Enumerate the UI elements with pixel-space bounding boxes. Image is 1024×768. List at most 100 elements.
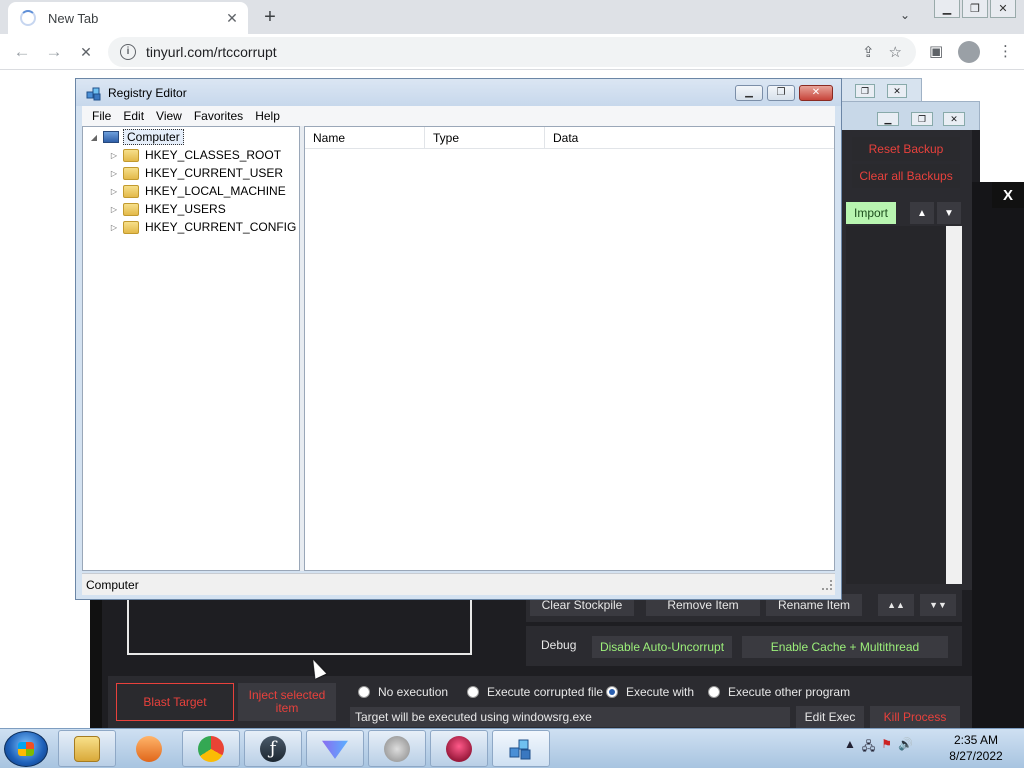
flash-icon: ƒ: [260, 735, 286, 762]
expand-arrow-icon[interactable]: ▷: [109, 223, 119, 232]
tab-search-chevron-icon[interactable]: ⌄: [895, 8, 915, 26]
menu-favorites[interactable]: Favorites: [188, 109, 249, 123]
radio-execute-with[interactable]: Execute with: [606, 685, 694, 699]
taskbar-explorer[interactable]: [58, 730, 116, 767]
expand-arrow-icon[interactable]: ▷: [109, 151, 119, 160]
maximize-button[interactable]: ❐: [767, 84, 795, 101]
taskbar-flash[interactable]: ƒ: [244, 730, 302, 767]
restore-button[interactable]: ❐: [911, 112, 933, 126]
menu-kebab-icon[interactable]: ⋮: [998, 42, 1013, 60]
expand-arrow-icon[interactable]: ▷: [109, 169, 119, 178]
browser-tab[interactable]: New Tab ✕: [8, 2, 248, 34]
stop-loading-button[interactable]: ✕: [74, 40, 98, 64]
tree-node-computer[interactable]: ◢ Computer: [89, 128, 184, 146]
back-button[interactable]: ←: [10, 40, 34, 64]
menu-help[interactable]: Help: [249, 109, 286, 123]
folder-icon: [123, 148, 139, 162]
radio-dot[interactable]: [467, 686, 479, 698]
clear-all-backups-button[interactable]: Clear all Backups: [852, 164, 960, 188]
side-panel-icon[interactable]: ▣: [929, 42, 943, 60]
tree-node-hku[interactable]: ▷ HKEY_USERS: [109, 200, 226, 218]
registry-editor-titlebar[interactable]: Registry Editor ▁ ❐ ✕: [76, 79, 841, 106]
profile-avatar[interactable]: [958, 41, 980, 63]
values-list[interactable]: Name Type Data: [304, 126, 835, 571]
tab-close-icon[interactable]: ✕: [222, 8, 242, 28]
radio-execute-corrupted[interactable]: Execute corrupted file: [467, 685, 603, 699]
taskbar-rtc[interactable]: [306, 730, 364, 767]
share-icon[interactable]: ⇪: [862, 43, 875, 61]
enable-cache-multithread-button[interactable]: Enable Cache + Multithread: [742, 636, 948, 658]
action-center-flag-icon[interactable]: ⚑: [881, 737, 892, 758]
minimize-button[interactable]: ▁: [877, 112, 899, 126]
menu-file[interactable]: File: [86, 109, 117, 123]
radio-dot[interactable]: [708, 686, 720, 698]
taskbar-clock[interactable]: 2:35 AM 8/27/2022: [938, 732, 1014, 764]
window-title: Registry Editor: [108, 85, 187, 100]
show-hidden-icons-icon[interactable]: ▲: [844, 737, 856, 758]
start-button[interactable]: [4, 731, 48, 767]
collapse-arrow-icon[interactable]: ◢: [89, 133, 99, 142]
blast-target-button[interactable]: Blast Target: [116, 683, 234, 721]
radio-no-execution[interactable]: No execution: [358, 685, 448, 699]
taskbar-chrome[interactable]: [182, 730, 240, 767]
menu-edit[interactable]: Edit: [117, 109, 150, 123]
move-up-arrow-icon[interactable]: ▲: [910, 202, 934, 224]
site-info-icon[interactable]: i: [120, 44, 136, 60]
new-tab-button[interactable]: +: [258, 5, 282, 29]
column-header-data[interactable]: Data: [545, 127, 665, 149]
address-bar[interactable]: i tinyurl.com/rtccorrupt ⇪ ☆: [108, 37, 916, 67]
close-button[interactable]: ✕: [799, 84, 833, 101]
radio-label: No execution: [378, 685, 449, 699]
tree-node-hklm[interactable]: ▷ HKEY_LOCAL_MACHINE: [109, 182, 286, 200]
column-header-name[interactable]: Name: [305, 127, 425, 149]
restore-button[interactable]: ❐: [962, 0, 988, 18]
radio-dot[interactable]: [358, 686, 370, 698]
volume-icon[interactable]: 🔊: [898, 737, 913, 758]
move-down-arrow-icon[interactable]: ▼: [937, 202, 961, 224]
tree-label: HKEY_CLASSES_ROOT: [145, 148, 282, 162]
expand-arrow-icon[interactable]: ▷: [109, 205, 119, 214]
kill-process-button[interactable]: Kill Process: [870, 706, 960, 728]
taskbar-regedit[interactable]: [492, 730, 550, 767]
tree-node-hkcc[interactable]: ▷ HKEY_CURRENT_CONFIG: [109, 218, 296, 236]
radio-dot-selected[interactable]: [606, 686, 618, 698]
import-button[interactable]: Import: [846, 202, 896, 224]
resize-grip-icon[interactable]: [822, 580, 832, 590]
minimize-button[interactable]: ▁: [934, 0, 960, 18]
move-down-button[interactable]: ▼▼: [920, 594, 956, 616]
tree-label: HKEY_USERS: [145, 202, 226, 216]
close-x-button[interactable]: X: [992, 182, 1024, 208]
taskbar-media-player[interactable]: [120, 730, 178, 767]
restore-button[interactable]: ❐: [855, 84, 875, 98]
minimize-button[interactable]: ▁: [735, 84, 763, 101]
taskbar-speaker[interactable]: [368, 730, 426, 767]
radio-execute-other[interactable]: Execute other program: [708, 685, 850, 699]
close-button[interactable]: ✕: [887, 84, 907, 98]
network-icon[interactable]: 🖧: [862, 737, 875, 758]
reset-backup-button[interactable]: Reset Backup: [852, 137, 960, 161]
registry-cubes-icon: [86, 87, 101, 100]
expand-arrow-icon[interactable]: ▷: [109, 187, 119, 196]
stash-textbox[interactable]: [127, 598, 472, 655]
inject-selected-item-button[interactable]: Inject selected item: [238, 683, 336, 721]
taskbar: ƒ ▲ 🖧 ⚑ 🔊 2:35 AM 8/27/2022: [0, 728, 1024, 768]
close-window-button[interactable]: ✕: [990, 0, 1016, 18]
status-text: Computer: [86, 578, 139, 592]
move-up-button[interactable]: ▲▲: [878, 594, 914, 616]
tree-node-hkcu[interactable]: ▷ HKEY_CURRENT_USER: [109, 164, 283, 182]
tree-label: HKEY_CURRENT_USER: [145, 166, 284, 180]
backup-list-scrollbar[interactable]: [946, 226, 962, 584]
backup-list[interactable]: [846, 226, 962, 584]
url-text[interactable]: tinyurl.com/rtccorrupt: [146, 44, 862, 60]
registry-tree[interactable]: ◢ Computer ▷ HKEY_CLASSES_ROOT ▷ HKEY_CU…: [82, 126, 300, 571]
forward-button[interactable]: →: [42, 40, 66, 64]
edit-exec-button[interactable]: Edit Exec: [796, 706, 864, 728]
column-header-type[interactable]: Type: [425, 127, 545, 149]
disable-auto-uncorrupt-button[interactable]: Disable Auto-Uncorrupt: [592, 636, 732, 658]
tree-node-hkcr[interactable]: ▷ HKEY_CLASSES_ROOT: [109, 146, 281, 164]
bookmark-star-icon[interactable]: ☆: [889, 43, 902, 61]
menu-view[interactable]: View: [150, 109, 188, 123]
speaker-icon: [384, 735, 410, 762]
close-button[interactable]: ✕: [943, 112, 965, 126]
taskbar-emulator[interactable]: [430, 730, 488, 767]
